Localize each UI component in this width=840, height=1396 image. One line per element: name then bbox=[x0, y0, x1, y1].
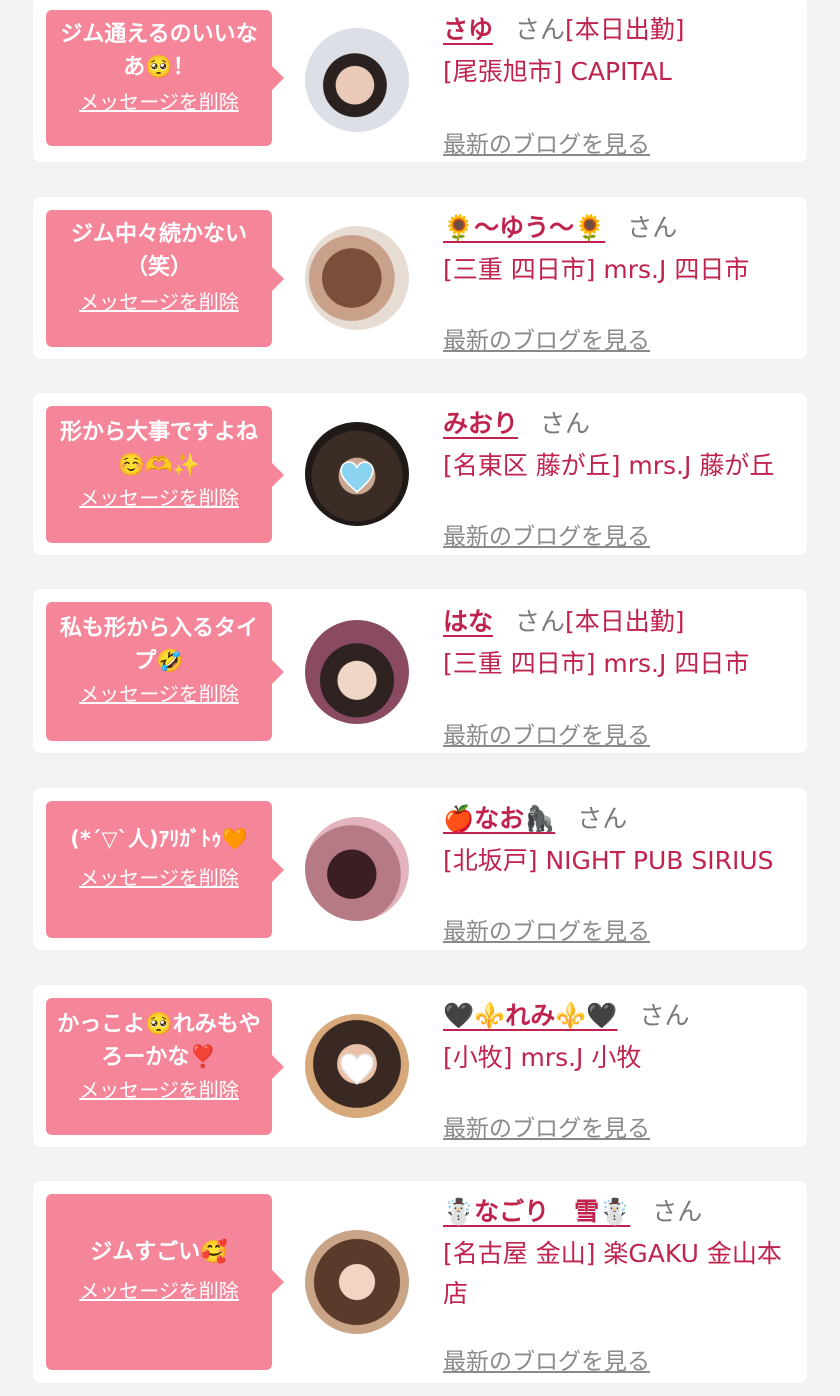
message-card: 形から大事ですよね☺️🫶✨ メッセージを削除 みおり さん [名東区 藤が丘] m… bbox=[33, 393, 807, 555]
avatar[interactable] bbox=[305, 28, 409, 132]
message-card: 私も形から入るタイプ🤣 メッセージを削除 はな さん[本日出勤] [三重 四日市]… bbox=[33, 589, 807, 753]
shop-location: [三重 四日市] mrs.J 四日市 bbox=[443, 649, 750, 678]
view-blog-link[interactable]: 最新のブログを見る bbox=[443, 327, 650, 355]
view-blog-link[interactable]: 最新のブログを見る bbox=[443, 1348, 650, 1376]
profile-name-link[interactable]: 🌻〜ゆう〜🌻 bbox=[443, 213, 605, 242]
honorific: さん bbox=[577, 804, 628, 833]
profile-name-link[interactable]: ☃️なごり 雪☃️ bbox=[443, 1197, 630, 1226]
delete-message-link[interactable]: メッセージを削除 bbox=[46, 1279, 272, 1303]
profile-info: みおり さん [名東区 藤が丘] mrs.J 藤が丘 最新のブログを見る bbox=[443, 406, 793, 550]
honorific: さん bbox=[515, 607, 566, 636]
profile-name-link[interactable]: はな bbox=[443, 607, 493, 636]
shop-location: [北坂戸] NIGHT PUB SIRIUS bbox=[443, 846, 774, 875]
message-bubble: ジム通えるのいいなあ🥺！ メッセージを削除 bbox=[46, 10, 284, 146]
shop-location: [尾張旭市] CAPITAL bbox=[443, 57, 672, 86]
message-text: 形から大事ですよね☺️🫶✨ bbox=[59, 420, 258, 478]
message-bubble: (*´▽`人)ｱﾘｶﾞﾄｩ🧡 メッセージを削除 bbox=[46, 801, 284, 938]
view-blog-link[interactable]: 最新のブログを見る bbox=[443, 1115, 650, 1143]
profile-info: さゆ さん[本日出勤] [尾張旭市] CAPITAL 最新のブログを見る bbox=[443, 12, 793, 158]
honorific: さん bbox=[627, 213, 678, 242]
profile-name-link[interactable]: 🖤⚜️れみ⚜️🖤 bbox=[443, 1001, 618, 1030]
delete-message-link[interactable]: メッセージを削除 bbox=[46, 682, 272, 706]
shop-location: [三重 四日市] mrs.J 四日市 bbox=[443, 255, 750, 284]
message-list: ジム通えるのいいなあ🥺！ メッセージを削除 さゆ さん[本日出勤] [尾張旭市] … bbox=[0, 0, 840, 1396]
avatar[interactable] bbox=[305, 1014, 409, 1118]
profile-info: 🍎なお🦍 さん [北坂戸] NIGHT PUB SIRIUS 最新のブログを見る bbox=[443, 801, 793, 945]
message-card: ジム通えるのいいなあ🥺！ メッセージを削除 さゆ さん[本日出勤] [尾張旭市] … bbox=[33, 0, 807, 162]
message-card: ジム中々続かない（笑） メッセージを削除 🌻〜ゆう〜🌻 さん [三重 四日市] m… bbox=[33, 197, 807, 359]
profile-info: ☃️なごり 雪☃️ さん [名古屋 金山] 楽GAKU 金山本店 最新のブログを見… bbox=[443, 1194, 793, 1375]
avatar[interactable] bbox=[305, 422, 409, 526]
message-bubble: 形から大事ですよね☺️🫶✨ メッセージを削除 bbox=[46, 406, 284, 543]
message-text: (*´▽`人)ｱﾘｶﾞﾄｩ🧡 bbox=[70, 827, 248, 851]
profile-name-link[interactable]: 🍎なお🦍 bbox=[443, 804, 555, 833]
message-bubble: ジム中々続かない（笑） メッセージを削除 bbox=[46, 210, 284, 347]
honorific: さん bbox=[515, 15, 566, 44]
status-badge: [本日出勤] bbox=[565, 607, 685, 636]
delete-message-link[interactable]: メッセージを削除 bbox=[46, 486, 272, 510]
message-bubble: 私も形から入るタイプ🤣 メッセージを削除 bbox=[46, 602, 284, 741]
message-bubble: かっこよ🥺れみもやろーかな❣️ メッセージを削除 bbox=[46, 998, 284, 1135]
message-text: ジム通えるのいいなあ🥺！ bbox=[60, 22, 258, 80]
status-badge: [本日出勤] bbox=[565, 15, 685, 44]
shop-location: [名東区 藤が丘] mrs.J 藤が丘 bbox=[443, 451, 775, 480]
avatar[interactable] bbox=[305, 226, 409, 330]
profile-info: 🌻〜ゆう〜🌻 さん [三重 四日市] mrs.J 四日市 最新のブログを見る bbox=[443, 210, 793, 354]
delete-message-link[interactable]: メッセージを削除 bbox=[46, 866, 272, 890]
delete-message-link[interactable]: メッセージを削除 bbox=[46, 90, 272, 114]
message-card: かっこよ🥺れみもやろーかな❣️ メッセージを削除 🖤⚜️れみ⚜️🖤 さん [小牧]… bbox=[33, 985, 807, 1147]
delete-message-link[interactable]: メッセージを削除 bbox=[46, 1078, 272, 1102]
profile-info: はな さん[本日出勤] [三重 四日市] mrs.J 四日市 最新のブログを見る bbox=[443, 604, 793, 749]
honorific: さん bbox=[652, 1197, 703, 1226]
view-blog-link[interactable]: 最新のブログを見る bbox=[443, 918, 650, 946]
heart-sticker-icon bbox=[340, 1053, 374, 1085]
avatar[interactable] bbox=[305, 817, 409, 921]
view-blog-link[interactable]: 最新のブログを見る bbox=[443, 523, 650, 551]
message-text: ジム中々続かない（笑） bbox=[70, 222, 247, 280]
avatar[interactable] bbox=[305, 620, 409, 724]
shop-location: [小牧] mrs.J 小牧 bbox=[443, 1043, 642, 1072]
profile-name-link[interactable]: みおり bbox=[443, 409, 518, 438]
view-blog-link[interactable]: 最新のブログを見る bbox=[443, 131, 650, 159]
message-card: (*´▽`人)ｱﾘｶﾞﾄｩ🧡 メッセージを削除 🍎なお🦍 さん [北坂戸] NIG… bbox=[33, 788, 807, 950]
heart-sticker-icon bbox=[340, 461, 374, 493]
view-blog-link[interactable]: 最新のブログを見る bbox=[443, 722, 650, 750]
honorific: さん bbox=[639, 1001, 690, 1030]
message-text: ジムすごい🥰 bbox=[90, 1240, 228, 1265]
profile-name-link[interactable]: さゆ bbox=[443, 15, 493, 44]
honorific: さん bbox=[540, 409, 591, 438]
shop-location: [名古屋 金山] 楽GAKU 金山本店 bbox=[443, 1239, 782, 1308]
message-card: ジムすごい🥰 メッセージを削除 ☃️なごり 雪☃️ さん [名古屋 金山] 楽GA… bbox=[33, 1181, 807, 1383]
message-text: 私も形から入るタイプ🤣 bbox=[59, 616, 258, 674]
message-text: かっこよ🥺れみもやろーかな❣️ bbox=[57, 1012, 261, 1070]
message-bubble: ジムすごい🥰 メッセージを削除 bbox=[46, 1194, 284, 1370]
profile-info: 🖤⚜️れみ⚜️🖤 さん [小牧] mrs.J 小牧 最新のブログを見る bbox=[443, 998, 793, 1142]
delete-message-link[interactable]: メッセージを削除 bbox=[46, 290, 272, 314]
avatar[interactable] bbox=[305, 1230, 409, 1334]
